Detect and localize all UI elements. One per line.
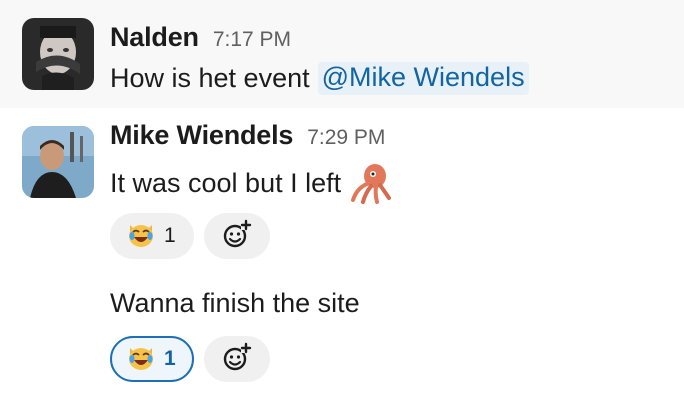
message-text-content: Wanna finish the site [110,288,360,318]
add-reaction-button[interactable] [203,336,270,382]
reaction-count: 1 [164,347,176,370]
message-text: Wanna finish the site [110,288,360,319]
avatar[interactable] [22,18,94,90]
message-row[interactable]: Wanna finish the site 1 [0,276,684,406]
add-reaction-button[interactable] [203,213,270,259]
message-text: How is het event @Mike Wiendels [110,62,529,95]
message-text-content: It was cool but I left [110,167,342,198]
message-row[interactable]: Mike Wiendels 7:29 PM It was cool but I … [0,108,684,276]
crying-laughing-cat-emoji [126,219,156,254]
timestamp[interactable]: 7:17 PM [213,28,291,52]
user-mention[interactable]: @Mike Wiendels [317,62,529,95]
crying-laughing-cat-emoji [126,342,156,377]
message-text: It was cool but I left [110,162,392,204]
reaction-pill[interactable]: 1 [110,213,194,259]
reaction-pill-selected[interactable]: 1 [110,336,194,382]
squid-emoji [349,162,392,204]
message-row[interactable]: Nalden 7:17 PM How is het event @Mike Wi… [0,0,684,108]
avatar-nalden-image [22,18,94,90]
author-name[interactable]: Mike Wiendels [110,120,293,151]
avatar[interactable] [22,126,94,198]
reaction-count: 1 [164,224,176,247]
timestamp[interactable]: 7:29 PM [307,126,385,150]
add-reaction-icon [221,218,253,255]
message-text-content: How is het event [110,63,310,93]
add-reaction-icon [221,341,253,378]
author-name[interactable]: Nalden [110,22,199,53]
avatar-mike-image [22,126,94,198]
